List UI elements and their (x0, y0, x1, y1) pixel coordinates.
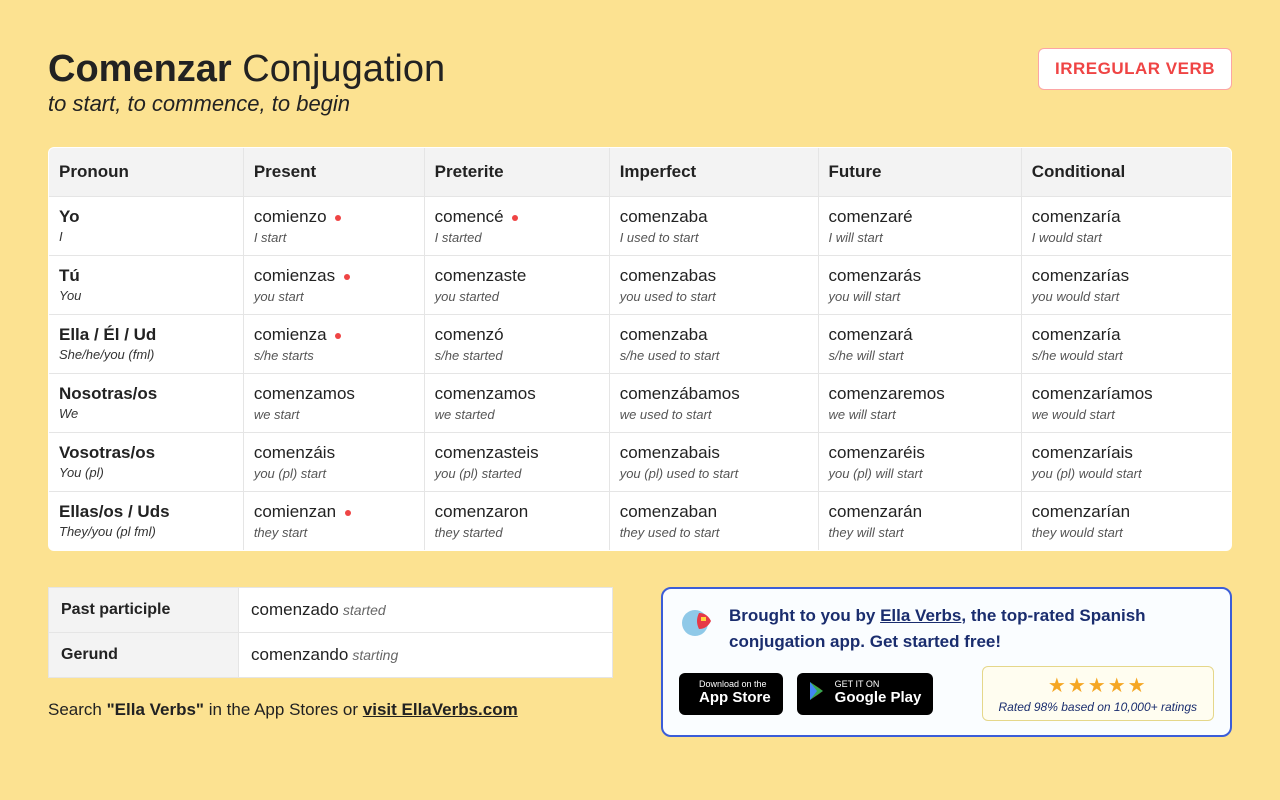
conjugation-cell: comenzábamos we used to start (609, 374, 818, 433)
conjugation-cell: comenzaría s/he would start (1021, 315, 1231, 374)
conjugation-cell: comienzan they start (243, 492, 424, 551)
conjugation-cell: comienzas you start (243, 256, 424, 315)
column-header: Pronoun (49, 148, 244, 197)
search-hint: Search "Ella Verbs" in the App Stores or… (48, 700, 613, 720)
promo-box: Brought to you by Ella Verbs, the top-ra… (661, 587, 1232, 737)
gerund-label: Gerund (49, 633, 239, 678)
gerund-value: comenzandostarting (239, 633, 613, 678)
table-row: Ella / Él / UdShe/he/you (fml)comienza s… (49, 315, 1232, 374)
table-row: YoIcomienzo I startcomencé I startedcome… (49, 197, 1232, 256)
rating-text: Rated 98% based on 10,000+ ratings (999, 700, 1197, 714)
conjugation-cell: comenzará s/he will start (818, 315, 1021, 374)
conjugation-cell: comenzaba s/he used to start (609, 315, 818, 374)
conjugation-cell: comenzabas you used to start (609, 256, 818, 315)
conjugation-cell: comienza s/he starts (243, 315, 424, 374)
pronoun-cell: Ellas/os / UdsThey/you (pl fml) (49, 492, 244, 551)
google-play-button[interactable]: GET IT ONGoogle Play (797, 673, 934, 715)
ella-verbs-link[interactable]: Ella Verbs (880, 606, 961, 625)
stars-icon: ★★★★★ (999, 673, 1197, 698)
verb-translation: to start, to commence, to begin (48, 91, 445, 117)
conjugation-cell: comenzaban they used to start (609, 492, 818, 551)
ella-verbs-icon (679, 603, 719, 643)
conjugation-cell: comenzaron they started (424, 492, 609, 551)
promo-text: Brought to you by Ella Verbs, the top-ra… (729, 603, 1214, 654)
conjugation-cell: comenzaríais you (pl) would start (1021, 433, 1231, 492)
irregular-dot-icon (344, 274, 350, 280)
conjugation-table: PronounPresentPreteriteImperfectFutureCo… (48, 147, 1232, 551)
visit-ellaverbs-link[interactable]: visit EllaVerbs.com (363, 700, 518, 719)
pronoun-cell: TúYou (49, 256, 244, 315)
table-row: Nosotras/osWecomenzamos we startcomenzam… (49, 374, 1232, 433)
verb-name: Comenzar (48, 48, 232, 90)
title-suffix: Conjugation (242, 48, 445, 90)
table-row: Ellas/os / UdsThey/you (pl fml)comienzan… (49, 492, 1232, 551)
conjugation-cell: comenzaréis you (pl) will start (818, 433, 1021, 492)
pronoun-cell: Vosotras/osYou (pl) (49, 433, 244, 492)
column-header: Present (243, 148, 424, 197)
conjugation-cell: comenzaríamos we would start (1021, 374, 1231, 433)
conjugation-cell: comenzaste you started (424, 256, 609, 315)
irregular-dot-icon (335, 333, 341, 339)
play-icon (809, 681, 827, 706)
conjugation-cell: comienzo I start (243, 197, 424, 256)
pronoun-cell: Nosotras/osWe (49, 374, 244, 433)
conjugation-cell: comenzáis you (pl) start (243, 433, 424, 492)
table-row: Vosotras/osYou (pl)comenzáis you (pl) st… (49, 433, 1232, 492)
irregular-dot-icon (512, 215, 518, 221)
past-participle-label: Past participle (49, 588, 239, 633)
conjugation-cell: comenzaría I would start (1021, 197, 1231, 256)
pronoun-cell: YoI (49, 197, 244, 256)
page-title: Comenzar Conjugation (48, 48, 445, 91)
conjugation-cell: comenzamos we started (424, 374, 609, 433)
irregular-verb-badge: IRREGULAR VERB (1038, 48, 1232, 90)
conjugation-cell: comenzabais you (pl) used to start (609, 433, 818, 492)
conjugation-cell: comenzarás you will start (818, 256, 1021, 315)
pronoun-cell: Ella / Él / UdShe/he/you (fml) (49, 315, 244, 374)
conjugation-cell: comencé I started (424, 197, 609, 256)
rating-box: ★★★★★ Rated 98% based on 10,000+ ratings (982, 666, 1214, 721)
conjugation-cell: comenzarán they will start (818, 492, 1021, 551)
conjugation-cell: comenzarías you would start (1021, 256, 1231, 315)
conjugation-cell: comenzó s/he started (424, 315, 609, 374)
past-participle-value: comenzadostarted (239, 588, 613, 633)
app-store-button[interactable]: Download on theApp Store (679, 673, 783, 715)
column-header: Future (818, 148, 1021, 197)
conjugation-cell: comenzaremos we will start (818, 374, 1021, 433)
conjugation-cell: comenzasteis you (pl) started (424, 433, 609, 492)
conjugation-cell: comenzaba I used to start (609, 197, 818, 256)
column-header: Preterite (424, 148, 609, 197)
column-header: Conditional (1021, 148, 1231, 197)
participle-table: Past participle comenzadostarted Gerund … (48, 587, 613, 678)
conjugation-cell: comenzaré I will start (818, 197, 1021, 256)
table-row: TúYoucomienzas you startcomenzaste you s… (49, 256, 1232, 315)
column-header: Imperfect (609, 148, 818, 197)
irregular-dot-icon (335, 215, 341, 221)
irregular-dot-icon (345, 510, 351, 516)
conjugation-cell: comenzarían they would start (1021, 492, 1231, 551)
conjugation-cell: comenzamos we start (243, 374, 424, 433)
